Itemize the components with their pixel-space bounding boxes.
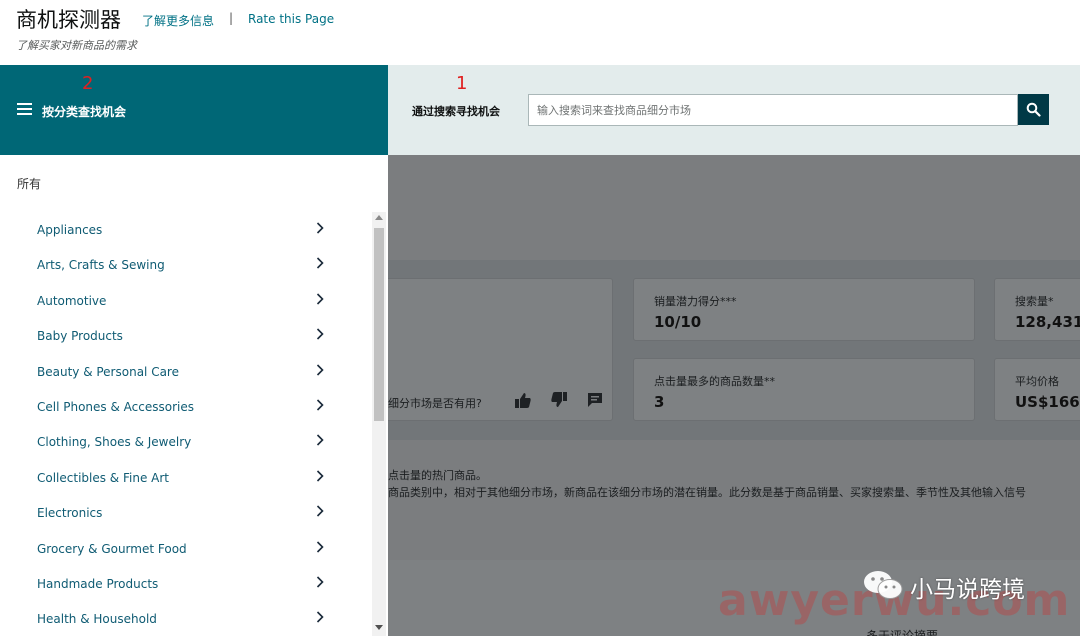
category-item[interactable]: Health & Household	[0, 601, 372, 636]
metric-value: 3	[654, 393, 665, 411]
category-name: Clothing, Shoes & Jewelry	[37, 435, 192, 450]
wechat-logo-icon	[864, 571, 903, 599]
comment-icon[interactable]	[586, 391, 604, 409]
page-title: 商机探测器	[16, 8, 121, 32]
learn-more-link[interactable]: 了解更多信息	[142, 12, 214, 29]
category-item[interactable]: Grocery & Gourmet Food	[0, 531, 372, 566]
rate-page-link[interactable]: Rate this Page	[248, 12, 334, 26]
note-line: 点击量的热门商品。	[388, 469, 487, 482]
metric-card-most-clicked: 点击量最多的商品数量** 3	[633, 358, 975, 421]
chevron-right-icon	[316, 611, 324, 623]
category-name: Grocery & Gourmet Food	[37, 541, 187, 556]
annotation-2: 2	[82, 73, 94, 94]
category-list: Appliances Arts, Crafts & Sewing Automot…	[0, 212, 372, 636]
page-header: 商机探测器 了解更多信息 | Rate this Page 了解买家对新商品的需…	[0, 0, 1080, 65]
category-item[interactable]: Clothing, Shoes & Jewelry	[0, 424, 372, 459]
chevron-right-icon	[316, 328, 324, 340]
chevron-right-icon	[316, 399, 324, 411]
category-item[interactable]: Baby Products	[0, 318, 372, 353]
browse-by-category-label[interactable]: 按分类查找机会	[42, 103, 126, 120]
annotation-1: 1	[456, 73, 468, 94]
metric-value: 128,431	[1015, 313, 1080, 331]
chevron-right-icon	[316, 576, 324, 588]
metric-label: 点击量最多的商品数量**	[654, 375, 775, 388]
category-item[interactable]: Handmade Products	[0, 566, 372, 601]
metric-label: 销量潜力得分***	[654, 295, 737, 308]
category-item[interactable]: Electronics	[0, 495, 372, 530]
hamburger-menu-icon[interactable]	[17, 103, 32, 116]
search-label: 通过搜索寻找机会	[412, 105, 500, 118]
main-content-overlay: 销量潜力得分*** 10/10 搜索量* 128,431 点击量最多的商品数量*…	[388, 155, 1080, 636]
metric-label: 平均价格	[1015, 375, 1059, 388]
metric-value: 10/10	[654, 313, 702, 331]
metric-value: US$166.	[1015, 393, 1080, 411]
chevron-right-icon	[316, 470, 324, 482]
chevron-right-icon	[316, 434, 324, 446]
thumbs-down-icon[interactable]	[550, 391, 568, 409]
notes-block: 点击量的热门商品。 商品类别中，相对于其他细分市场，新商品在该细分市场的潜在销量…	[388, 467, 1026, 501]
chevron-right-icon	[316, 363, 324, 376]
category-name: Beauty & Personal Care	[37, 364, 179, 379]
scroll-up-arrow-icon[interactable]	[375, 215, 383, 220]
category-name: Arts, Crafts & Sewing	[37, 258, 165, 273]
category-name: Health & Household	[37, 612, 157, 627]
category-name: Appliances	[37, 223, 103, 237]
category-name: Electronics	[37, 506, 103, 521]
chevron-right-icon	[316, 505, 324, 517]
review-summary-text: 多于评论摘要	[866, 629, 939, 636]
all-categories-label[interactable]: 所有	[17, 175, 41, 192]
chevron-right-icon	[316, 293, 324, 305]
chevron-right-icon	[316, 257, 324, 269]
category-item[interactable]: Cell Phones & Accessories	[0, 389, 372, 424]
header-separator: |	[229, 11, 234, 25]
category-name: Automotive	[37, 293, 107, 308]
scroll-down-arrow-icon[interactable]	[375, 625, 383, 630]
category-item[interactable]: Appliances	[0, 212, 372, 247]
category-item[interactable]: Collectibles & Fine Art	[0, 460, 372, 495]
scrollbar-thumb[interactable]	[374, 228, 384, 421]
chevron-right-icon	[316, 540, 324, 553]
watermark-brand: 小马说跨境	[910, 577, 1025, 603]
chevron-right-icon	[316, 222, 324, 234]
search-input[interactable]	[528, 94, 1018, 126]
search-icon	[1026, 102, 1041, 117]
category-name: Cell Phones & Accessories	[37, 399, 194, 414]
category-item[interactable]: Beauty & Personal Care	[0, 354, 372, 389]
category-item[interactable]: Arts, Crafts & Sewing	[0, 247, 372, 282]
category-sidebar: 所有 Appliances Arts, Crafts & Sewing Auto…	[0, 155, 388, 636]
metric-card-sales-potential: 销量潜力得分*** 10/10	[633, 278, 975, 341]
category-name: Collectibles & Fine Art	[37, 470, 169, 485]
page-subtitle: 了解买家对新商品的需求	[16, 39, 137, 52]
search-button[interactable]	[1018, 94, 1049, 125]
feedback-question: 细分市场是否有用?	[388, 397, 482, 410]
sidebar-scrollbar[interactable]	[372, 212, 386, 636]
category-item[interactable]: Automotive	[0, 283, 372, 318]
thumbs-up-icon[interactable]	[514, 391, 532, 409]
metric-label: 搜索量*	[1015, 295, 1054, 308]
metric-card-avg-price: 平均价格 US$166.	[994, 358, 1080, 421]
category-name: Baby Products	[37, 329, 123, 344]
note-line: 商品类别中，相对于其他细分市场，新商品在该细分市场的潜在销量。此分数是基于商品销…	[388, 486, 1026, 499]
metric-card-search-volume: 搜索量* 128,431	[994, 278, 1080, 341]
category-name: Handmade Products	[37, 576, 159, 591]
